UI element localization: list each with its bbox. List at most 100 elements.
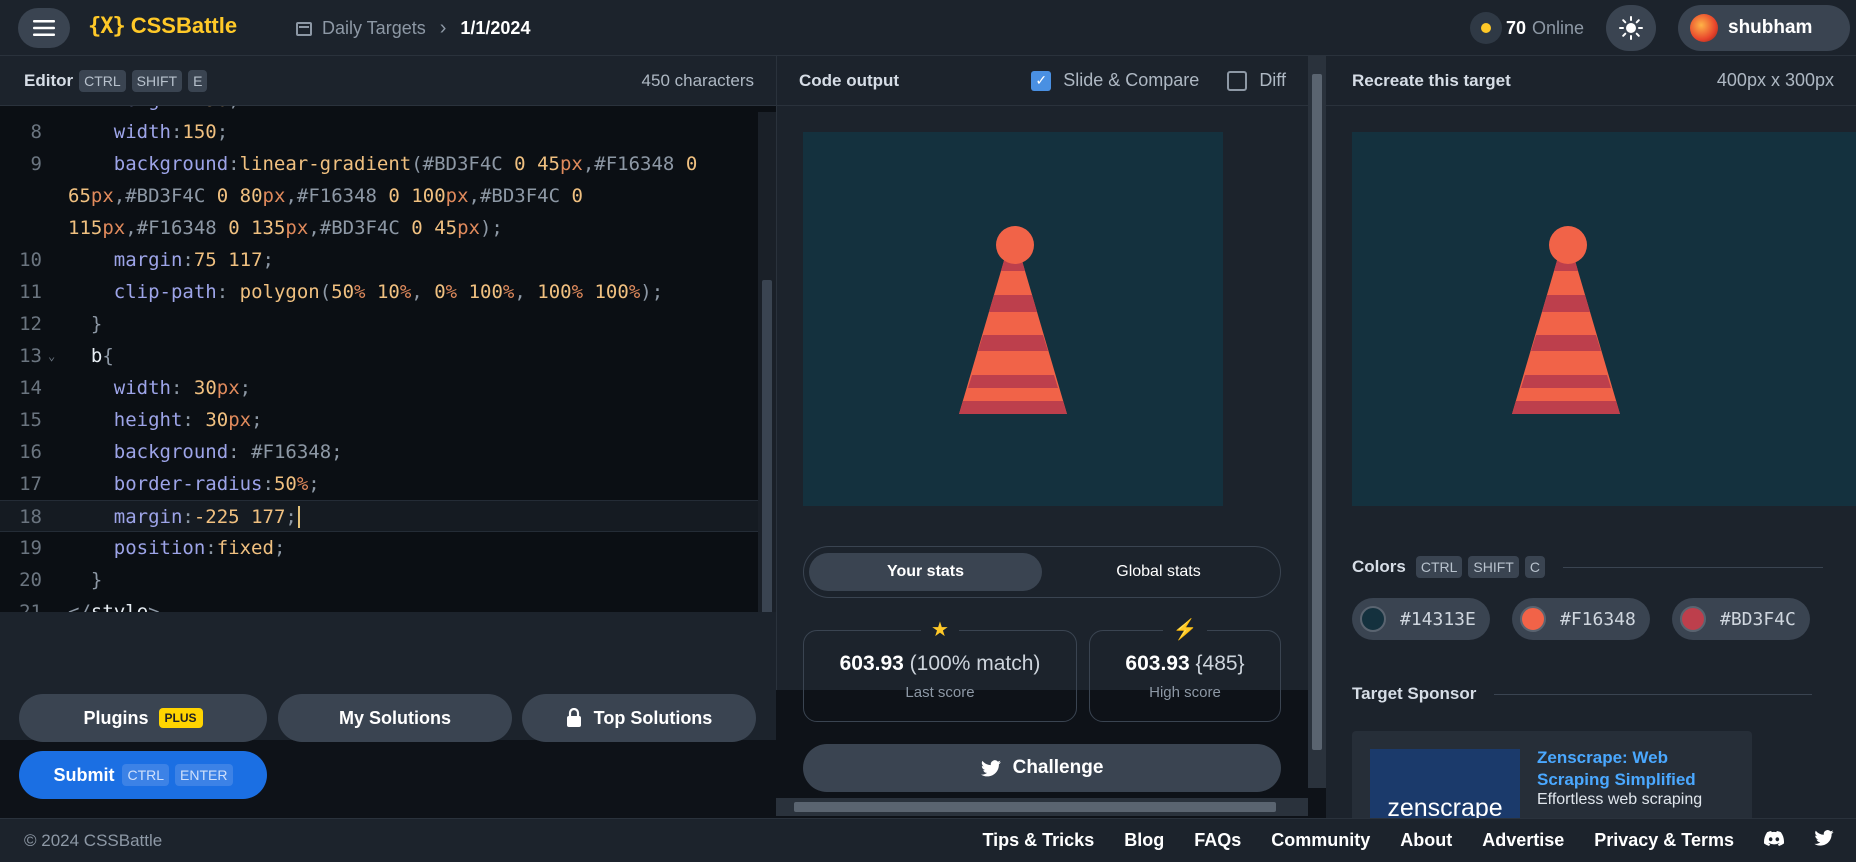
footer: © 2024 CSSBattle Tips & Tricks Blog FAQs… bbox=[0, 818, 1856, 862]
challenge-button[interactable]: Challenge bbox=[803, 744, 1281, 792]
submit-label: Submit bbox=[53, 764, 115, 785]
code-text: b{ bbox=[90, 345, 114, 367]
my-solutions-label: My Solutions bbox=[339, 707, 451, 728]
color-swatch[interactable]: #F16348 bbox=[1512, 598, 1650, 640]
scrollbar-thumb[interactable] bbox=[794, 802, 1276, 812]
line-number: 8 bbox=[30, 121, 42, 143]
footer-link-privacy[interactable]: Privacy & Terms bbox=[1594, 830, 1734, 851]
line-number: 7 bbox=[0, 106, 42, 116]
code-text: background: #F16348; bbox=[113, 441, 343, 463]
code-line[interactable]: 13 ⌄ b{ bbox=[0, 340, 758, 372]
output-canvas[interactable] bbox=[803, 132, 1223, 506]
code-line[interactable]: 10 margin:75 117; bbox=[0, 244, 758, 276]
line-number: 11 bbox=[19, 281, 42, 303]
menu-button[interactable] bbox=[18, 8, 70, 48]
challenge-label: Challenge bbox=[1012, 757, 1104, 778]
slide-compare-label: Slide & Compare bbox=[1063, 70, 1200, 90]
theme-toggle-button[interactable] bbox=[1606, 5, 1656, 51]
code-text: width:150; bbox=[113, 121, 229, 143]
diff-toggle[interactable]: Diff bbox=[1227, 70, 1286, 91]
code-line[interactable]: 16 background: #F16348; bbox=[0, 436, 758, 468]
code-editor[interactable]: 7 height:150;8 width:150;9 background:li… bbox=[0, 106, 758, 668]
editor-panel: Editor CTRL SHIFT E 450 characters 7 hei… bbox=[0, 56, 776, 690]
discord-icon[interactable] bbox=[1764, 830, 1785, 851]
line-number: 20 bbox=[19, 569, 42, 591]
scrollbar-thumb[interactable] bbox=[762, 280, 772, 650]
footer-link-community[interactable]: Community bbox=[1271, 830, 1370, 851]
shortcut-key: CTRL bbox=[79, 69, 126, 92]
slide-compare-toggle[interactable]: ✓ Slide & Compare bbox=[1031, 70, 1199, 91]
breadcrumb-date: 1/1/2024 bbox=[460, 18, 531, 38]
code-line[interactable]: 65px,#BD3F4C 0 80px,#F16348 0 100px,#BD3… bbox=[0, 180, 758, 212]
lightning-icon: ⚡ bbox=[1162, 617, 1208, 642]
footer-link-tips[interactable]: Tips & Tricks bbox=[982, 830, 1094, 851]
code-output-panel: Code output ✓ Slide & Compare Diff Your … bbox=[776, 56, 1308, 792]
code-line[interactable]: 8 width:150; bbox=[0, 116, 758, 148]
sponsor-ad[interactable]: zenscrape Zenscrape: Web Scraping Simpli… bbox=[1352, 731, 1752, 831]
last-score-match: (100% match) bbox=[909, 651, 1041, 675]
party-hat-render bbox=[959, 226, 1067, 414]
shortcut-key: CTRL bbox=[1415, 556, 1463, 578]
top-bar: {X} CSSBattle Daily Targets › 1/1/2024 7… bbox=[0, 0, 1856, 56]
target-panel: Recreate this target 400px x 300px Color… bbox=[1326, 56, 1856, 831]
user-menu-button[interactable]: shubham bbox=[1678, 5, 1850, 51]
panel-scrollbar[interactable] bbox=[1308, 56, 1326, 788]
code-line[interactable]: 17 border-radius:50%; bbox=[0, 468, 758, 500]
code-text: } bbox=[90, 569, 103, 591]
high-score-value: 603.93 bbox=[1125, 651, 1190, 675]
twitter-icon[interactable] bbox=[1814, 830, 1834, 851]
line-number: 10 bbox=[19, 249, 42, 271]
code-line[interactable]: 9 background:linear-gradient(#BD3F4C 0 4… bbox=[0, 148, 758, 180]
code-line[interactable]: 20 } bbox=[0, 564, 758, 596]
scrollbar-thumb[interactable] bbox=[1312, 74, 1322, 750]
code-line[interactable]: 19 position:fixed; bbox=[0, 532, 758, 564]
color-swatch[interactable]: #BD3F4C bbox=[1672, 598, 1810, 640]
tab-your-stats[interactable]: Your stats bbox=[809, 553, 1042, 591]
output-header: Code output ✓ Slide & Compare Diff bbox=[777, 56, 1308, 106]
code-line[interactable]: 115px,#F16348 0 135px,#BD3F4C 0 45px); bbox=[0, 212, 758, 244]
code-line[interactable]: 12 } bbox=[0, 308, 758, 340]
divider bbox=[1494, 693, 1813, 695]
code-line[interactable]: 18 margin:-225 177; bbox=[0, 500, 758, 532]
code-text: width: 30px; bbox=[113, 377, 252, 399]
color-dot bbox=[1360, 606, 1386, 632]
line-number: 18 bbox=[19, 506, 42, 528]
output-horizontal-scrollbar[interactable] bbox=[776, 798, 1308, 816]
divider bbox=[1562, 566, 1823, 568]
footer-link-advertise[interactable]: Advertise bbox=[1482, 830, 1564, 851]
color-swatch[interactable]: #14313E bbox=[1352, 598, 1490, 640]
diff-label: Diff bbox=[1259, 70, 1286, 90]
footer-link-about[interactable]: About bbox=[1400, 830, 1452, 851]
logo[interactable]: {X} CSSBattle bbox=[88, 13, 237, 39]
tab-global-stats[interactable]: Global stats bbox=[1042, 553, 1275, 591]
checkbox-checked-icon[interactable]: ✓ bbox=[1031, 70, 1052, 91]
footer-link-faqs[interactable]: FAQs bbox=[1194, 830, 1241, 851]
footer-link-blog[interactable]: Blog bbox=[1124, 830, 1164, 851]
plugins-label: Plugins bbox=[83, 707, 149, 728]
target-header: Recreate this target 400px x 300px bbox=[1326, 56, 1856, 106]
target-canvas[interactable] bbox=[1352, 132, 1856, 506]
code-line[interactable]: 7 height:150; bbox=[0, 106, 758, 116]
breadcrumb-daily-targets[interactable]: Daily Targets bbox=[322, 18, 426, 39]
footer-links: Tips & Tricks Blog FAQs Community About … bbox=[952, 830, 1834, 851]
sponsor-headline[interactable]: Zenscrape: Web Scraping Simplified bbox=[1537, 747, 1737, 791]
code-line[interactable]: 11 clip-path: polygon(50% 10%, 0% 100%, … bbox=[0, 276, 758, 308]
plugins-button[interactable]: Plugins PLUS bbox=[19, 694, 267, 742]
submit-button[interactable]: Submit CTRL ENTER bbox=[19, 751, 267, 799]
lock-icon bbox=[566, 708, 581, 727]
code-line[interactable]: 15 height: 30px; bbox=[0, 404, 758, 436]
shortcut-key: SHIFT bbox=[1468, 556, 1519, 578]
shortcut-key: C bbox=[1524, 556, 1545, 578]
checkbox-icon[interactable] bbox=[1227, 70, 1248, 91]
code-text: background:linear-gradient(#BD3F4C 0 45p… bbox=[113, 153, 698, 175]
code-line[interactable]: 14 width: 30px; bbox=[0, 372, 758, 404]
editor-scrollbar[interactable] bbox=[758, 112, 776, 664]
copyright: © 2024 CSSBattle bbox=[24, 830, 163, 850]
top-solutions-button[interactable]: Top Solutions bbox=[522, 694, 756, 742]
shortcut-key: SHIFT bbox=[131, 69, 183, 92]
fold-chevron-icon[interactable]: ⌄ bbox=[48, 340, 55, 372]
code-text: clip-path: polygon(50% 10%, 0% 100%, 100… bbox=[113, 281, 664, 303]
online-indicator[interactable]: 70 Online bbox=[1470, 12, 1584, 44]
color-hex: #F16348 bbox=[1560, 608, 1636, 630]
my-solutions-button[interactable]: My Solutions bbox=[278, 694, 512, 742]
